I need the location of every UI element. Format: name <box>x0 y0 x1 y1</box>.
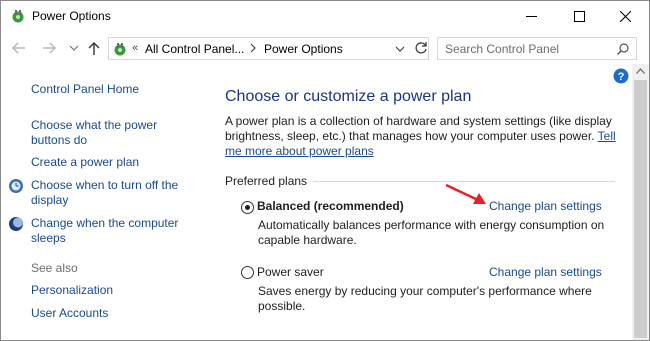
search-icon[interactable] <box>616 42 630 56</box>
breadcrumb-all-control-panel[interactable]: All Control Panel... <box>145 42 244 56</box>
minimize-button[interactable] <box>509 1 555 32</box>
search-field[interactable]: Search Control Panel <box>437 37 637 60</box>
address-bar[interactable]: « All Control Panel... Power Options <box>108 37 429 60</box>
power-saver-plan-radio[interactable] <box>241 266 254 279</box>
scrollbar-thumb[interactable] <box>634 80 647 338</box>
preferred-plans-label: Preferred plans <box>225 174 308 188</box>
up-arrow-icon[interactable] <box>86 40 102 56</box>
maximize-button[interactable] <box>557 1 603 32</box>
intro-paragraph: A power plan is a collection of hardware… <box>225 114 627 159</box>
sidebar-link-user-accounts[interactable]: User Accounts <box>31 306 108 321</box>
minimize-icon <box>526 16 537 17</box>
moon-icon <box>9 217 23 231</box>
breadcrumb-power-options[interactable]: Power Options <box>264 42 343 56</box>
scroll-up-arrow-icon[interactable] <box>636 68 645 74</box>
sidebar-link-turn-off-display[interactable]: Choose when to turn off the display <box>31 178 191 208</box>
page-title: Choose or customize a power plan <box>225 88 472 105</box>
forward-arrow-icon[interactable] <box>41 40 57 56</box>
balanced-plan-radio[interactable] <box>241 201 254 214</box>
address-dropdown-icon[interactable] <box>395 44 405 54</box>
intro-text: A power plan is a collection of hardware… <box>225 114 612 143</box>
control-panel-icon <box>114 43 126 56</box>
navigation-bar: « All Control Panel... Power Options Sea… <box>1 32 649 64</box>
sidebar: Control Panel Home Choose what the power… <box>1 64 211 340</box>
close-icon <box>620 11 631 22</box>
sidebar-link-power-buttons[interactable]: Choose what the power buttons do <box>31 118 181 148</box>
power-options-app-icon <box>12 10 24 23</box>
sidebar-link-personalization[interactable]: Personalization <box>31 283 113 298</box>
sidebar-link-computer-sleeps[interactable]: Change when the computer sleeps <box>31 216 191 246</box>
balanced-plan-name[interactable]: Balanced (recommended) <box>257 199 404 213</box>
search-placeholder: Search Control Panel <box>445 42 560 56</box>
power-saver-plan-description: Saves energy by reducing your computer's… <box>258 284 592 313</box>
see-also-heading: See also <box>31 261 78 275</box>
close-button[interactable] <box>603 1 649 32</box>
breadcrumb-separator-icon[interactable] <box>249 43 257 53</box>
power-saver-plan-name[interactable]: Power saver <box>257 265 324 279</box>
sidebar-link-control-panel-home[interactable]: Control Panel Home <box>31 82 139 97</box>
balanced-plan-description: Automatically balances performance with … <box>258 218 605 247</box>
maximize-icon <box>574 11 585 22</box>
refresh-icon <box>415 42 427 54</box>
power-options-window: Power Options « All Control Panel... Pow… <box>0 0 650 341</box>
refresh-button[interactable] <box>409 37 433 60</box>
vertical-scrollbar[interactable] <box>632 64 649 340</box>
recent-locations-chevron-icon[interactable] <box>69 43 79 53</box>
back-arrow-icon[interactable] <box>11 40 27 56</box>
power-saver-change-plan-settings-link[interactable]: Change plan settings <box>489 265 602 279</box>
breadcrumb-overflow[interactable]: « <box>132 42 138 54</box>
window-title: Power Options <box>32 9 111 23</box>
monitor-icon <box>9 179 23 193</box>
title-bar: Power Options <box>1 1 649 32</box>
balanced-change-plan-settings-link[interactable]: Change plan settings <box>489 199 602 213</box>
main-content: Choose or customize a power plan A power… <box>211 64 631 340</box>
annotation-arrow-icon <box>445 183 486 204</box>
sidebar-link-create-power-plan[interactable]: Create a power plan <box>31 155 139 170</box>
